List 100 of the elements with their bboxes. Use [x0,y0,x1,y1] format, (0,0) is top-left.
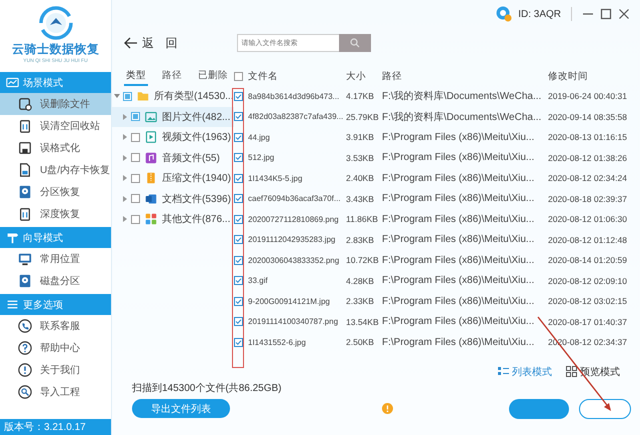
tab[interactable]: 已删除 [196,66,230,86]
tree-label: 图片文件(482... [162,110,230,124]
tree-item[interactable]: 压缩文件(1940) [112,168,234,188]
sidebar-item[interactable]: 深度恢复 [0,203,111,225]
app-name: 云骑士数据恢复 [12,41,100,58]
table-cell-text: 20200306043833352.png [248,254,340,267]
tree-label: 所有类型(14530... [154,90,234,104]
sidebar-item[interactable]: 误格式化 [0,137,111,159]
column-header[interactable]: 大小 [346,66,382,86]
table-cell-text: 11.86KB [346,213,379,226]
sidebar-label: 磁盘分区 [40,275,80,288]
version-label: 版本号：3.21.0.17 [0,419,111,435]
sidebar-item[interactable]: 磁盘分区 [0,270,111,292]
table-cell-text: 2.50KB [346,336,375,350]
table-cell-text: 2019-06-24 00:40:31 [548,90,628,104]
sidebar-label: 深度恢复 [40,208,80,221]
section-title: 场景模式 [23,76,63,90]
table-cell-text: 2.83KB [346,234,375,247]
table-cell-text: 2020-08-13 01:16:15 [548,131,628,144]
table-cell-text: 9-200G00914121M.jpg [248,296,331,308]
table-cell-text: 10.72KB [346,254,380,268]
sidebar-label: 误格式化 [40,142,80,155]
table-cell-text: 13.54KB [346,316,380,329]
tree-item[interactable]: 所有类型(14530... [112,86,234,106]
table-cell-text: 2020-08-14 01:20:59 [548,254,628,268]
table-cell-text: F:\Program Files (x86)\Meitu\Xiu... [382,254,536,268]
table-cell-text: 2020-08-12 01:06:30 [548,213,628,226]
table-cell-text: 2.40KB [346,172,375,186]
status-text: 扫描到145300个文件(共86.25GB) [132,382,283,394]
table-cell-text: F:\Program Files (x86)\Meitu\Xiu... [382,315,536,330]
table-cell-text: 25.79KB [346,110,380,124]
table-cell-text: 2020-08-12 01:38:26 [548,152,628,165]
table-cell-text: F:\Program Files (x86)\Meitu\Xiu... [382,212,536,227]
table-cell-text: 2020-08-17 01:40:37 [548,316,628,329]
sidebar-item[interactable]: 误删除文件 [0,93,111,115]
table-cell-text: 2.33KB [346,295,375,308]
table-cell-text: 2020-08-12 01:12:48 [548,234,628,247]
table-cell-text: 33.gif [248,275,269,288]
table-cell-text: F:\Program Files (x86)\Meitu\Xiu... [382,151,536,166]
table-cell-text: 20191114100340787.png [248,316,340,328]
section-title: 更多选项 [23,298,63,312]
sidebar-item[interactable]: 误清空回收站 [0,115,111,137]
sidebar-label: 常用位置 [40,252,80,266]
tree-item[interactable]: 视频文件(1963) [112,127,234,148]
sidebar-label: 帮助中心 [40,342,80,355]
sidebar-label: 导入工程 [40,386,80,399]
table-cell-text: F:\Program Files (x86)\Meitu\Xiu... [382,233,536,248]
tree-label: 其他文件(876... [162,212,230,226]
table-cell-text: 2020-08-12 02:09:10 [548,274,628,288]
sidebar-item[interactable]: 帮助中心 [0,337,111,359]
column-header[interactable]: 路径 [382,66,548,86]
sidebar-label: U盘/内存卡恢复 [40,164,110,177]
sidebar-label: 联系客服 [40,320,80,333]
table-cell-text: 4f82d03a82387c7afa439... [248,111,344,124]
tab[interactable]: 路径 [160,66,184,86]
sidebar-item[interactable]: 常用位置 [0,248,111,270]
table-cell-text: F:\Program Files (x86)\Meitu\Xiu... [382,294,536,309]
sidebar-label: 分区恢复 [40,186,80,199]
table-cell-text: F:\我的资料库\Documents\WeCha... [382,110,542,125]
table-cell-text: 4.17KB [346,90,375,104]
sidebar-label: 误清空回收站 [40,120,100,133]
table-cell-text: caef76094b36acaf3a70f... [248,193,342,206]
tree-label: 视频文件(1963) [162,130,231,144]
tree-item[interactable]: 图片文件(482... [112,106,234,127]
table-cell-text: 2020-08-12 02:34:24 [548,172,628,186]
table-cell-text: 3.53KB [346,152,375,165]
sidebar-item[interactable]: 分区恢复 [0,181,111,203]
tab[interactable]: 类型 [124,66,148,86]
column-header[interactable]: 文件名 [248,66,346,86]
tree-label: 压缩文件(1940) [162,172,231,186]
tree-label: 文档文件(5396) [162,192,231,206]
sidebar-item[interactable]: U盘/内存卡恢复 [0,159,111,181]
table-cell-text: 4.28KB [346,274,375,288]
back-button[interactable]: 返 回 [124,34,178,52]
table-cell-text: 20200727112810869.png [248,214,340,226]
table-cell-text: 512.jpg [248,152,276,164]
table-cell-text: 20191112042935283.jpg [248,234,336,246]
table-cell-text: 2020-08-12 03:02:15 [548,295,628,308]
table-cell-text: 3.43KB [346,192,375,206]
sidebar-item[interactable]: 导入工程 [0,381,111,403]
user-id: ID: 3AQR [518,8,561,20]
table-cell-text: F:\Program Files (x86)\Meitu\Xiu... [382,336,536,350]
tree-label: 音频文件(55) [162,152,220,165]
tree-item[interactable]: 其他文件(876... [112,209,234,230]
table-cell-text: 3.91KB [346,131,375,144]
sidebar-item[interactable]: 联系客服 [0,315,111,337]
sidebar-item[interactable]: 关于我们 [0,359,111,381]
column-header[interactable]: 修改时间 [548,66,640,86]
table-cell-text: F:\Program Files (x86)\Meitu\Xiu... [382,192,536,206]
table-cell-text: F:\Program Files (x86)\Meitu\Xiu... [382,172,536,186]
table-cell-text: 1I1431552-6.jpg [248,336,307,349]
table-cell-text: F:\Program Files (x86)\Meitu\Xiu... [382,274,536,288]
table-cell-text: 2020-09-14 08:35:58 [548,110,628,124]
sidebar-label: 误删除文件 [40,98,90,111]
table-cell-text: 44.jpg [248,132,271,144]
table-cell-text: 1I1434K5-5.jpg [248,172,304,185]
view-mode-button[interactable]: 列表模式 [498,364,552,378]
table-cell-text: F:\Program Files (x86)\Meitu\Xiu... [382,130,536,145]
tree-item[interactable]: 文档文件(5396) [112,188,234,209]
tree-item[interactable]: 音频文件(55) [112,148,234,168]
